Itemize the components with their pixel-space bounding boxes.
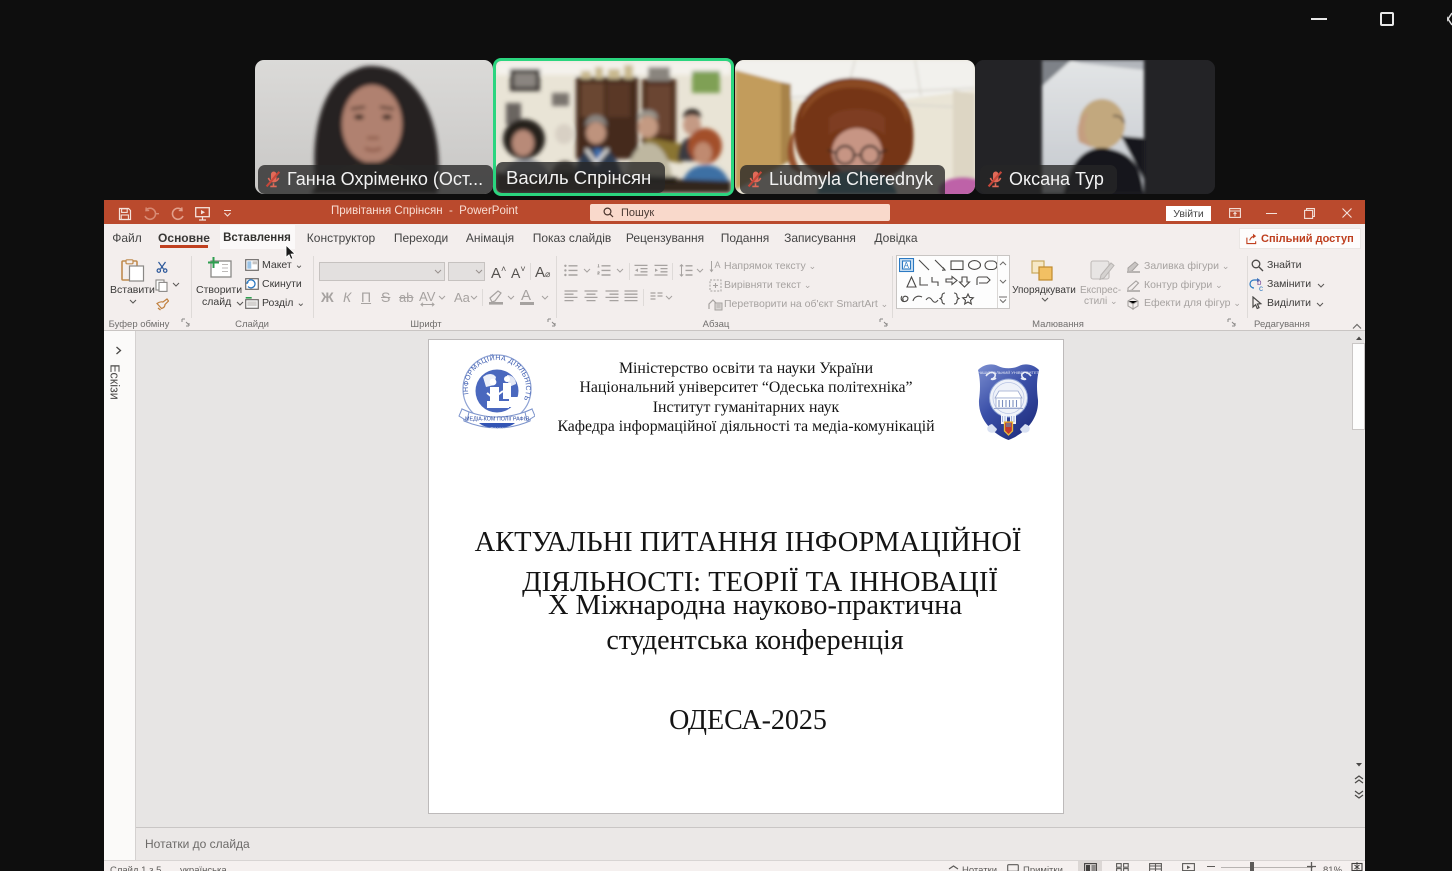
svg-text:Одеса: Одеса xyxy=(490,426,504,431)
svg-text:НАЦІОНАЛЬНИЙ УНІВЕРСИТЕТ: НАЦІОНАЛЬНИЙ УНІВЕРСИТЕТ xyxy=(978,370,1040,375)
svg-text:A: A xyxy=(715,260,721,270)
svg-text:c: c xyxy=(1259,284,1263,292)
svg-text:МЕДІА-КОМ ПОЛІГРАФІЯ: МЕДІА-КОМ ПОЛІГРАФІЯ xyxy=(465,417,529,423)
svg-text:A: A xyxy=(904,261,910,270)
